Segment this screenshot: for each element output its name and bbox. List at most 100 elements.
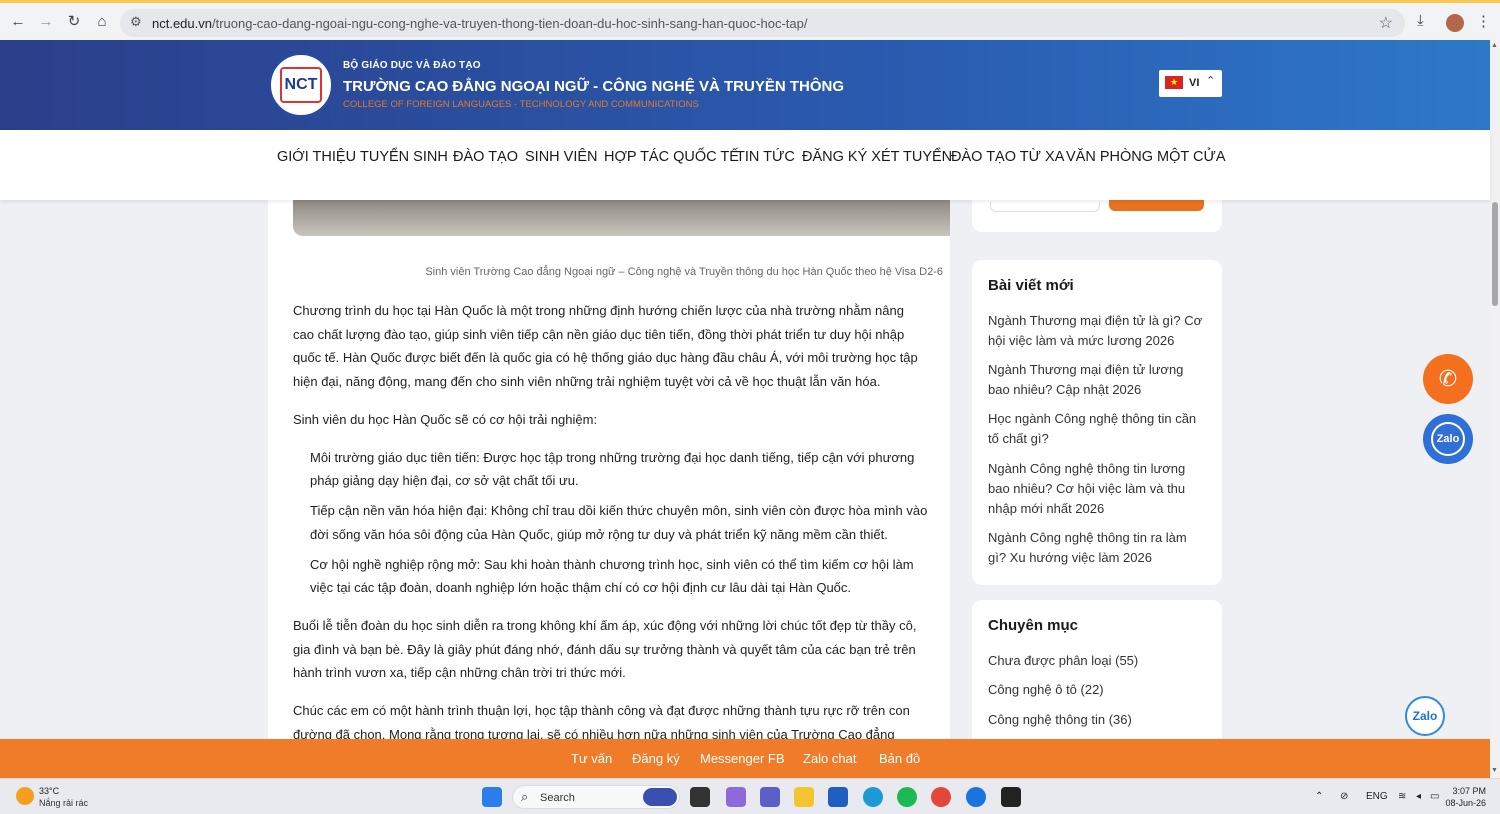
battery-icon[interactable]: ▭ xyxy=(1430,791,1439,802)
scroll-down-icon[interactable]: ▼ xyxy=(1491,767,1498,774)
recent-post-link[interactable]: Ngành Công nghệ thông tin lương bao nhiê… xyxy=(988,459,1206,519)
zalo-app-icon[interactable] xyxy=(966,787,986,807)
clock-time[interactable]: 3:07 PM xyxy=(1448,786,1486,796)
nav-item-dao-tao-tu-xa[interactable]: ĐÀO TẠO TỪ XA xyxy=(951,149,1064,165)
school-name-en: COLLEGE OF FOREIGN LANGUAGES - TECHNOLOG… xyxy=(343,99,699,110)
nav-item-sinh-vien[interactable]: SINH VIÊN xyxy=(525,149,598,165)
sidebar-search-input[interactable] xyxy=(990,202,1100,212)
os-taskbar: 33°C Nắng rải rác ⌕ Search ⌃ ⊘ ENG ≋ ◂ ▭… xyxy=(0,778,1500,814)
zalo-chat-widget[interactable]: Zalo xyxy=(1405,696,1445,736)
zalo-button[interactable]: Zalo xyxy=(1423,414,1473,464)
footer-link-zalo-chat[interactable]: Zalo chat xyxy=(803,751,856,766)
reload-icon[interactable]: ↻ xyxy=(64,12,84,32)
logo-text: NCT xyxy=(280,67,322,103)
benefit-list: Môi trường giáo dục tiên tiến: Được học … xyxy=(293,446,928,600)
notification-mute-icon[interactable]: ⊘ xyxy=(1340,791,1348,802)
chrome-icon[interactable] xyxy=(931,787,951,807)
footer-link-messenger[interactable]: Messenger FB xyxy=(700,751,785,766)
ministry-label: BỘ GIÁO DỤC VÀ ĐÀO TẠO xyxy=(343,60,481,71)
edge-icon[interactable] xyxy=(863,787,883,807)
chevron-up-tray-icon[interactable]: ⌃ xyxy=(1315,791,1323,802)
article-paragraph: Chương trình du học tại Hàn Quốc là một … xyxy=(293,303,918,389)
recent-post-link[interactable]: Học ngành Công nghệ thông tin cần tố chấ… xyxy=(988,409,1206,449)
nav-item-gioi-thieu[interactable]: GIỚI THIỆU xyxy=(277,149,356,165)
nav-item-dao-tao[interactable]: ĐÀO TẠO xyxy=(453,149,518,165)
volume-icon[interactable]: ◂ xyxy=(1416,791,1421,802)
category-link[interactable]: Chưa được phân loại (55) xyxy=(988,653,1138,668)
recent-posts-card: Bài viết mới Ngành Thương mại điện tử là… xyxy=(972,260,1222,585)
main-nav: GIỚI THIỆU TUYỂN SINH ĐÀO TẠO SINH VIÊN … xyxy=(0,130,1490,200)
teams-icon[interactable] xyxy=(760,787,780,807)
site-info-icon[interactable]: ⚙ xyxy=(130,14,142,30)
nav-item-dang-ky-xet-tuyen[interactable]: ĐĂNG KÝ XÉT TUYỂN xyxy=(802,149,952,165)
language-code: VI xyxy=(1189,77,1200,89)
page-scrollbar[interactable]: ▲ ▼ xyxy=(1490,40,1500,778)
input-language[interactable]: ENG xyxy=(1366,791,1388,802)
search-label: Search xyxy=(540,792,575,804)
app-icon[interactable] xyxy=(1001,787,1021,807)
sidebar-search-button[interactable] xyxy=(1109,200,1204,211)
categories-card: Chuyên mục Chưa được phân loại (55) Công… xyxy=(972,600,1222,760)
taskbar-search[interactable]: ⌕ Search xyxy=(512,785,680,809)
search-icon: ⌕ xyxy=(521,789,529,804)
article-paragraph: Buổi lễ tiễn đoàn du học sinh diễn ra tr… xyxy=(293,618,917,680)
clock-date[interactable]: 08-Jun-26 xyxy=(1442,798,1486,808)
category-link[interactable]: Công nghệ thông tin (36) xyxy=(988,712,1132,727)
file-explorer-icon[interactable] xyxy=(794,787,814,807)
address-bar[interactable]: ⚙ nct.edu.vn/truong-cao-dang-ngoai-ngu-c… xyxy=(120,9,1405,37)
copilot-icon[interactable] xyxy=(726,787,746,807)
categories-title: Chuyên mục xyxy=(988,617,1079,634)
wifi-icon[interactable]: ≋ xyxy=(1398,791,1406,802)
list-item: Cơ hội nghề nghiệp rộng mở: Sau khi hoàn… xyxy=(310,556,914,596)
article-photo xyxy=(293,200,950,236)
vietnam-flag-icon: ★ xyxy=(1165,76,1183,89)
footer-link-ban-do[interactable]: Bản đồ xyxy=(879,751,920,766)
school-name[interactable]: TRƯỜNG CAO ĐẲNG NGOẠI NGỮ - CÔNG NGHỆ VÀ… xyxy=(343,78,844,95)
zalo-icon: Zalo xyxy=(1431,422,1465,456)
recent-post-link[interactable]: Ngành Thương mại điện tử lương bao nhiêu… xyxy=(988,360,1206,400)
windows-start-icon[interactable] xyxy=(482,787,502,807)
home-icon[interactable]: ⌂ xyxy=(92,12,112,32)
forward-icon[interactable]: → xyxy=(36,12,56,32)
nav-item-hop-tac-quoc-te[interactable]: HỢP TÁC QUỐC TẾ xyxy=(604,149,739,165)
word-icon[interactable] xyxy=(828,787,848,807)
task-view-icon[interactable] xyxy=(690,787,710,807)
weather-sun-icon[interactable] xyxy=(16,787,34,805)
call-button[interactable]: ✆ xyxy=(1423,354,1473,404)
footer-link-dang-ky[interactable]: Đăng ký xyxy=(632,751,680,766)
list-item: Tiếp cận nền văn hóa hiện đại: Không chỉ… xyxy=(310,503,928,542)
browser-toolbar: ← → ↻ ⌂ ⚙ nct.edu.vn/truong-cao-dang-ngo… xyxy=(0,0,1500,40)
weather-temperature[interactable]: 33°C xyxy=(39,786,59,796)
scroll-thumb[interactable] xyxy=(1492,202,1498,306)
url-host: nct.edu.vn xyxy=(152,16,212,31)
nav-item-van-phong-mot-cua[interactable]: VĂN PHÒNG MỘT CỬA xyxy=(1066,149,1226,165)
sticky-contact-bar: Tư vấn Đăng ký Messenger FB Zalo chat Bả… xyxy=(0,739,1490,778)
recent-post-link[interactable]: Ngành Công nghệ thông tin ra làm gì? Xu … xyxy=(988,528,1206,568)
profile-avatar[interactable] xyxy=(1446,14,1464,32)
download-icon[interactable]: ⤓ xyxy=(1417,12,1424,29)
recent-post-link[interactable]: Ngành Thương mại điện tử là gì? Cơ hội v… xyxy=(988,311,1206,351)
url-text[interactable]: nct.edu.vn/truong-cao-dang-ngoai-ngu-con… xyxy=(152,16,807,31)
chevron-up-icon: ⌃ xyxy=(1206,75,1216,87)
url-path: /truong-cao-dang-ngoai-ngu-cong-nghe-va-… xyxy=(212,16,808,31)
bookmark-star-icon[interactable]: ☆ xyxy=(1379,13,1393,33)
school-logo[interactable]: NCT xyxy=(268,52,334,118)
nav-item-tuyen-sinh[interactable]: TUYỂN SINH xyxy=(360,149,448,165)
site-header: NCT BỘ GIÁO DỤC VÀ ĐÀO TẠO TRƯỜNG CAO ĐẲ… xyxy=(0,40,1490,130)
photo-caption: Sinh viên Trường Cao đẳng Ngoại ngữ – Cô… xyxy=(425,266,943,278)
sidebar-search-widget xyxy=(972,200,1222,232)
scroll-up-icon[interactable]: ▲ xyxy=(1491,42,1498,49)
article-content: Sinh viên Trường Cao đẳng Ngoại ngữ – Cô… xyxy=(268,200,950,740)
spotify-icon[interactable] xyxy=(897,787,917,807)
article-body: Chương trình du học tại Hàn Quốc là một … xyxy=(293,299,928,740)
language-selector[interactable]: ★ VI ⌃ xyxy=(1159,70,1222,97)
article-paragraph: Chúc các em có một hành trình thuận lợi,… xyxy=(293,703,910,740)
back-icon[interactable]: ← xyxy=(8,12,28,32)
more-menu-icon[interactable]: ⋮ xyxy=(1476,12,1491,30)
footer-link-tu-van[interactable]: Tư vấn xyxy=(571,751,612,766)
search-highlight-icon xyxy=(643,788,677,806)
category-link[interactable]: Công nghệ ô tô (22) xyxy=(988,682,1104,697)
nav-item-tin-tuc[interactable]: TIN TỨC xyxy=(736,149,795,165)
article-paragraph: Sinh viên du học Hàn Quốc sẽ có cơ hội t… xyxy=(293,411,598,427)
weather-condition[interactable]: Nắng rải rác xyxy=(39,798,88,808)
